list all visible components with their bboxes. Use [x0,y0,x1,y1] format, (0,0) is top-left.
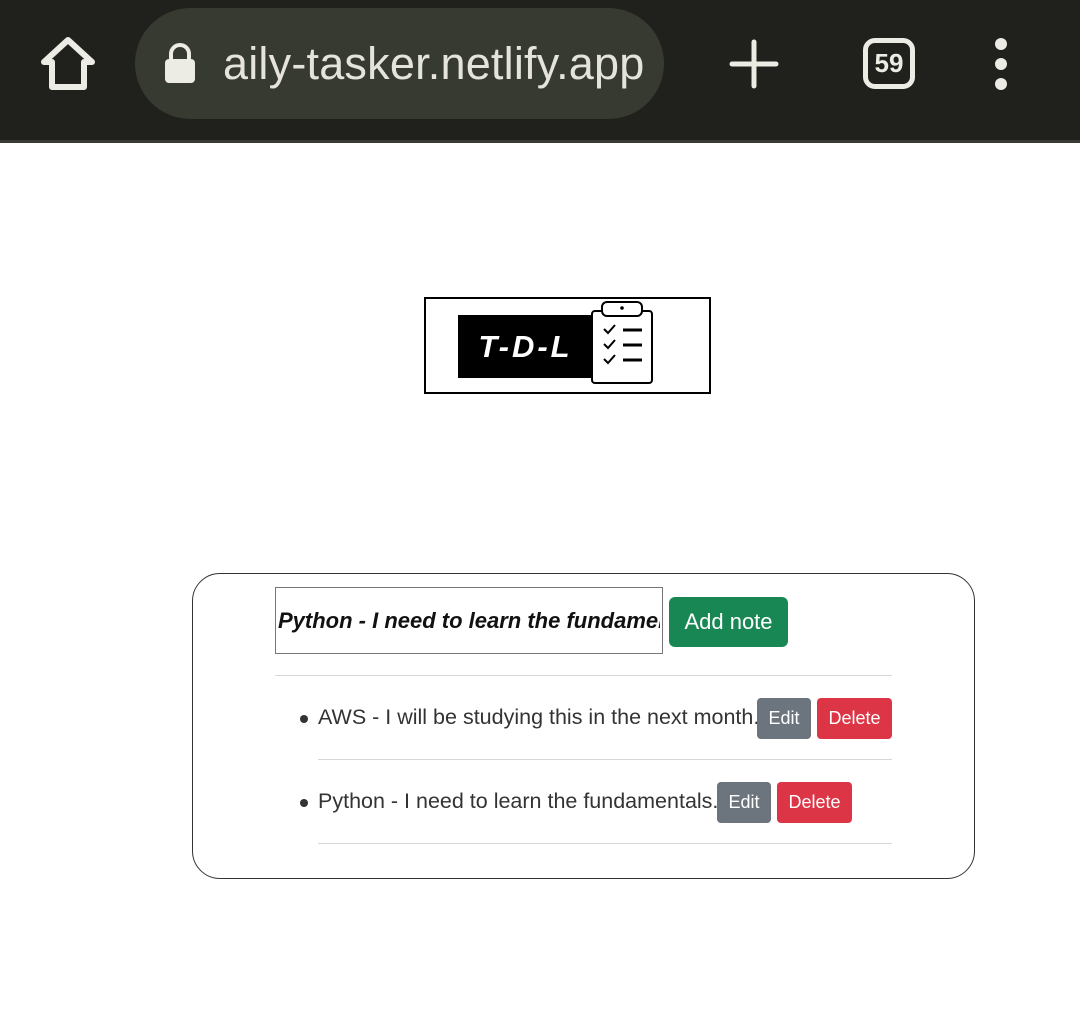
edit-button[interactable]: Edit [757,698,811,739]
notes-list: AWS - I will be studying this in the nex… [193,676,976,844]
url-text: aily-tasker.netlify.app [223,38,645,89]
clipboard-checklist-icon [591,301,653,384]
bullet [300,799,308,807]
bullet [300,715,308,723]
delete-button[interactable]: Delete [777,782,852,823]
logo-text: T-D-L [478,329,573,364]
plus-icon [729,39,779,89]
new-tab-button[interactable] [726,36,782,92]
lock-icon [165,43,195,83]
app-logo: T-D-L [424,297,711,394]
home-button[interactable] [36,34,100,94]
delete-button[interactable]: Delete [817,698,892,739]
list-item: AWS - I will be studying this in the nex… [193,676,976,760]
list-item: Python - I need to learn the fundamental… [193,760,976,844]
add-note-button[interactable]: Add note [669,597,788,647]
note-text: Python - I need to learn the fundamental… [318,789,719,813]
notes-card: Add note AWS - I will be studying this i… [192,573,975,879]
more-vert-icon [995,38,1007,90]
tab-switcher-button[interactable]: 59 [863,38,915,89]
logo-block: T-D-L [458,315,593,378]
browser-toolbar: aily-tasker.netlify.app 59 [0,0,1080,143]
browser-menu-button[interactable] [984,36,1018,92]
divider [318,843,892,844]
note-input[interactable] [275,587,663,654]
home-icon [41,37,95,90]
tab-count: 59 [874,48,904,78]
note-text: AWS - I will be studying this in the nex… [318,705,760,729]
address-bar[interactable]: aily-tasker.netlify.app [135,8,664,119]
edit-button[interactable]: Edit [717,782,771,823]
